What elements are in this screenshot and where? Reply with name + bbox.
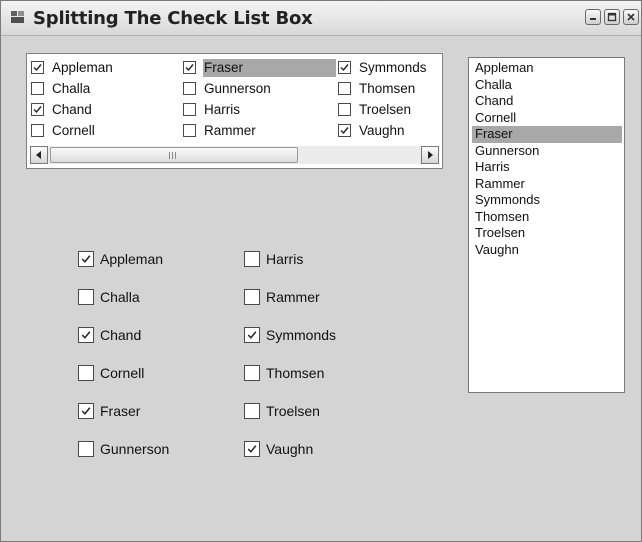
checkbox-label[interactable]: Harris [266, 250, 303, 268]
checkbox[interactable] [338, 103, 351, 116]
checkbox-label[interactable]: Chand [52, 102, 92, 118]
minimize-button[interactable] [585, 9, 601, 25]
checkbox-label[interactable]: Rammer [204, 123, 256, 139]
checkbox[interactable] [78, 251, 94, 267]
checkmark-icon [247, 331, 257, 339]
checkbox[interactable] [31, 82, 44, 95]
checkbox[interactable] [338, 61, 351, 74]
list-item[interactable]: Chand [472, 93, 622, 110]
checkbox-label[interactable]: Chand [100, 326, 141, 344]
checkbox-label[interactable]: Vaughn [359, 123, 405, 139]
checkbox[interactable] [244, 365, 260, 381]
checkbox-label[interactable]: Cornell [100, 364, 144, 382]
checkbox-label[interactable]: Challa [52, 81, 90, 97]
scroll-right-button[interactable] [421, 146, 439, 164]
checkbox-label[interactable]: Harris [204, 102, 240, 118]
list-item[interactable]: Challa [472, 77, 622, 94]
maximize-button[interactable] [604, 9, 620, 25]
list-item[interactable]: Cornell [472, 110, 622, 127]
checkmark-icon [185, 64, 194, 72]
title-bar[interactable]: Splitting The Check List Box [1, 1, 641, 36]
names-list-box[interactable]: Appleman Challa Chand Cornell Fraser Gunnerso… [468, 57, 625, 393]
checkbox-label[interactable]: Gunnerson [100, 440, 169, 458]
checkbox-label[interactable]: Challa [100, 288, 140, 306]
checkbox[interactable] [338, 82, 351, 95]
multi-column-checked-list-box[interactable]: Appleman Fraser Symmonds Challa Gunnerson Tho… [26, 53, 443, 169]
checkmark-icon [33, 64, 42, 72]
checkmark-icon [81, 255, 91, 263]
scroll-left-button[interactable] [30, 146, 48, 164]
checkbox-label[interactable]: Vaughn [266, 440, 313, 458]
checkbox[interactable] [183, 82, 196, 95]
checkbox[interactable] [78, 327, 94, 343]
list-item[interactable]: Fraser [472, 126, 622, 143]
grip-icon [169, 152, 179, 159]
checkbox-label[interactable]: Appleman [52, 60, 113, 76]
checkbox[interactable] [338, 124, 351, 137]
checkmark-icon [340, 127, 349, 135]
scrollbar-thumb[interactable] [50, 147, 298, 163]
main-window: Splitting The Check List Box Appleman Fra… [0, 0, 642, 542]
arrow-right-icon [428, 151, 433, 159]
checkbox-label[interactable]: Troelsen [266, 402, 320, 420]
checkbox[interactable] [244, 289, 260, 305]
checkmark-icon [81, 407, 91, 415]
list-item[interactable]: Vaughn [472, 242, 622, 259]
checkbox-label[interactable]: Symmonds [359, 60, 427, 76]
checkbox-label[interactable]: Fraser [204, 60, 243, 76]
checkbox-label[interactable]: Troelsen [359, 102, 411, 118]
maximize-icon [607, 12, 617, 22]
window-title: Splitting The Check List Box [33, 8, 313, 29]
close-button[interactable] [623, 9, 639, 25]
checkmark-icon [33, 106, 42, 114]
close-icon [627, 13, 635, 21]
checkbox[interactable] [78, 403, 94, 419]
minimize-icon [590, 18, 596, 20]
horizontal-scrollbar[interactable] [30, 146, 439, 164]
checkmark-icon [247, 445, 257, 453]
checkbox-label[interactable]: Appleman [100, 250, 163, 268]
checkbox-label[interactable]: Symmonds [266, 326, 336, 344]
arrow-left-icon [36, 151, 41, 159]
checkmark-icon [340, 64, 349, 72]
checkbox-label[interactable]: Rammer [266, 288, 320, 306]
checkbox[interactable] [183, 103, 196, 116]
checkbox[interactable] [244, 251, 260, 267]
checkbox[interactable] [244, 441, 260, 457]
checkbox[interactable] [244, 403, 260, 419]
checkbox[interactable] [244, 327, 260, 343]
app-icon[interactable] [11, 11, 25, 23]
checkbox[interactable] [183, 61, 196, 74]
checkbox[interactable] [78, 289, 94, 305]
checkbox[interactable] [31, 103, 44, 116]
checkbox-label[interactable]: Fraser [100, 402, 140, 420]
checkbox[interactable] [183, 124, 196, 137]
checkbox-label[interactable]: Cornell [52, 123, 95, 139]
list-item[interactable]: Gunnerson [472, 143, 622, 160]
checkbox[interactable] [78, 441, 94, 457]
checkbox[interactable] [78, 365, 94, 381]
checkbox[interactable] [31, 61, 44, 74]
list-item[interactable]: Appleman [472, 60, 622, 77]
checkbox-label[interactable]: Thomsen [266, 364, 324, 382]
checkbox-label[interactable]: Thomsen [359, 81, 415, 97]
checkbox-label[interactable]: Gunnerson [204, 81, 271, 97]
list-item[interactable]: Harris [472, 159, 622, 176]
list-item[interactable]: Thomsen [472, 209, 622, 226]
checkbox[interactable] [31, 124, 44, 137]
list-item[interactable]: Rammer [472, 176, 622, 193]
list-item[interactable]: Troelsen [472, 225, 622, 242]
list-item[interactable]: Symmonds [472, 192, 622, 209]
checkmark-icon [81, 331, 91, 339]
